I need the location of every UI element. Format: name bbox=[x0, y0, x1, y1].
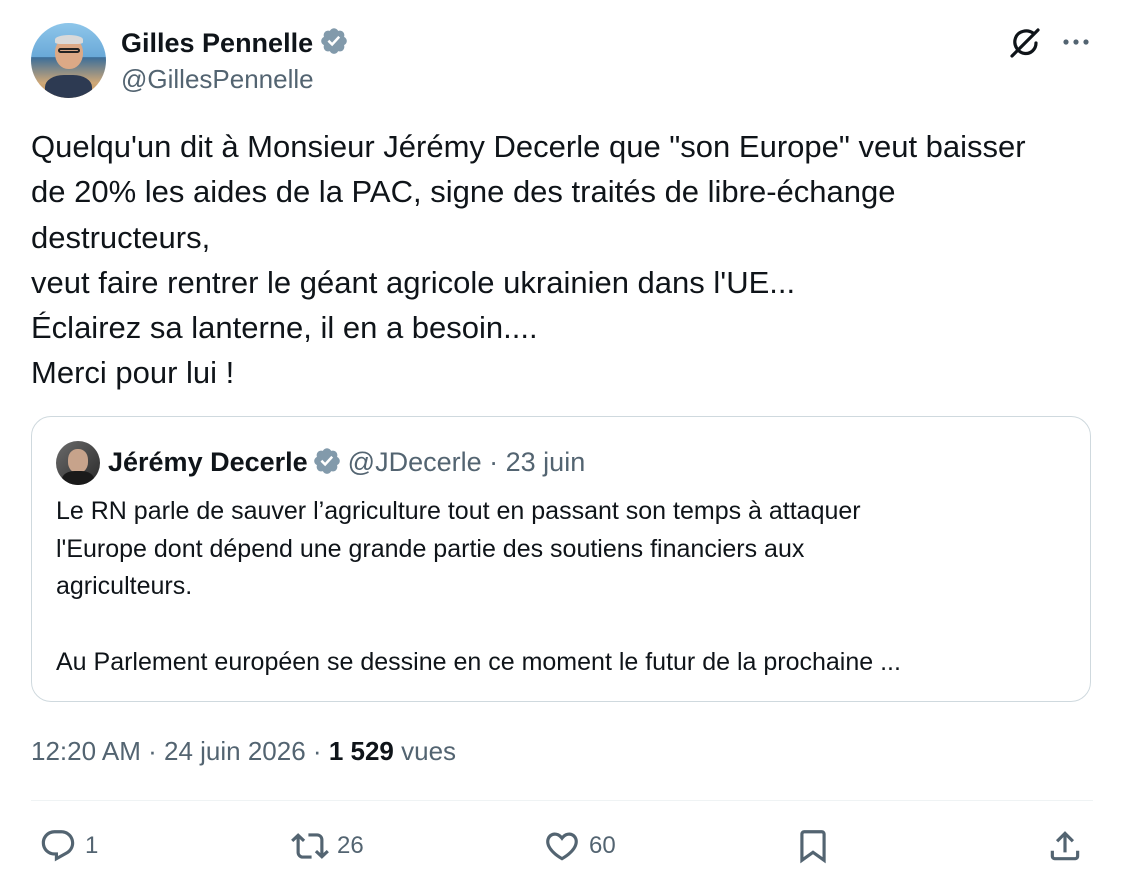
more-icon[interactable] bbox=[1058, 24, 1094, 60]
timestamp-separator: · bbox=[312, 736, 322, 766]
tweet-text: Quelqu'un dit à Monsieur Jérémy Decerle … bbox=[31, 129, 1026, 391]
author-name-row[interactable]: Gilles Pennelle bbox=[121, 26, 349, 59]
quote-date[interactable]: 23 juin bbox=[506, 447, 586, 477]
quote-author-name[interactable]: Jérémy Decerle bbox=[108, 447, 308, 477]
quote-author-avatar[interactable] bbox=[56, 441, 100, 485]
share-icon bbox=[1050, 831, 1080, 861]
bookmark-button[interactable] bbox=[794, 826, 832, 866]
like-count: 60 bbox=[589, 832, 616, 859]
like-icon bbox=[546, 832, 578, 861]
retweet-icon bbox=[291, 833, 329, 859]
reply-icon bbox=[41, 830, 75, 862]
reply-button[interactable]: 1 bbox=[39, 826, 98, 866]
quote-author-handle[interactable]: @JDecerle bbox=[348, 447, 482, 477]
verified-badge-icon bbox=[321, 28, 347, 54]
reply-count: 1 bbox=[85, 832, 99, 859]
retweet-count: 26 bbox=[337, 832, 364, 859]
verified-badge-icon bbox=[313, 448, 340, 474]
divider bbox=[31, 800, 1093, 801]
quote-separator: · bbox=[489, 447, 499, 477]
retweet-button[interactable]: 26 bbox=[291, 826, 364, 866]
quote-text: Le RN parle de sauver l’agriculture tout… bbox=[56, 497, 901, 676]
author-avatar[interactable] bbox=[31, 23, 106, 98]
views-count: 1 529 bbox=[328, 736, 394, 766]
bookmark-icon bbox=[800, 830, 826, 864]
author-handle[interactable]: @GillesPennelle bbox=[121, 63, 314, 95]
timestamp-separator: · bbox=[148, 736, 157, 766]
grok-icon[interactable] bbox=[1006, 24, 1044, 62]
tweet-time[interactable]: 12:20 AM bbox=[31, 736, 141, 766]
share-button[interactable] bbox=[1046, 826, 1084, 866]
author-name[interactable]: Gilles Pennelle bbox=[121, 28, 313, 58]
quote-header: Jérémy Decerle @JDecerle · 23 juin bbox=[108, 445, 585, 479]
like-button[interactable]: 60 bbox=[543, 826, 616, 866]
quoted-tweet[interactable]: Jérémy Decerle @JDecerle · 23 juin Le RN … bbox=[31, 416, 1091, 702]
views-label: vues bbox=[401, 736, 457, 766]
tweet-date[interactable]: 24 juin 2026 bbox=[164, 736, 306, 766]
tweet-timestamp-row: 12:20 AM · 24 juin 2026 · 1 529 vues bbox=[31, 734, 456, 768]
